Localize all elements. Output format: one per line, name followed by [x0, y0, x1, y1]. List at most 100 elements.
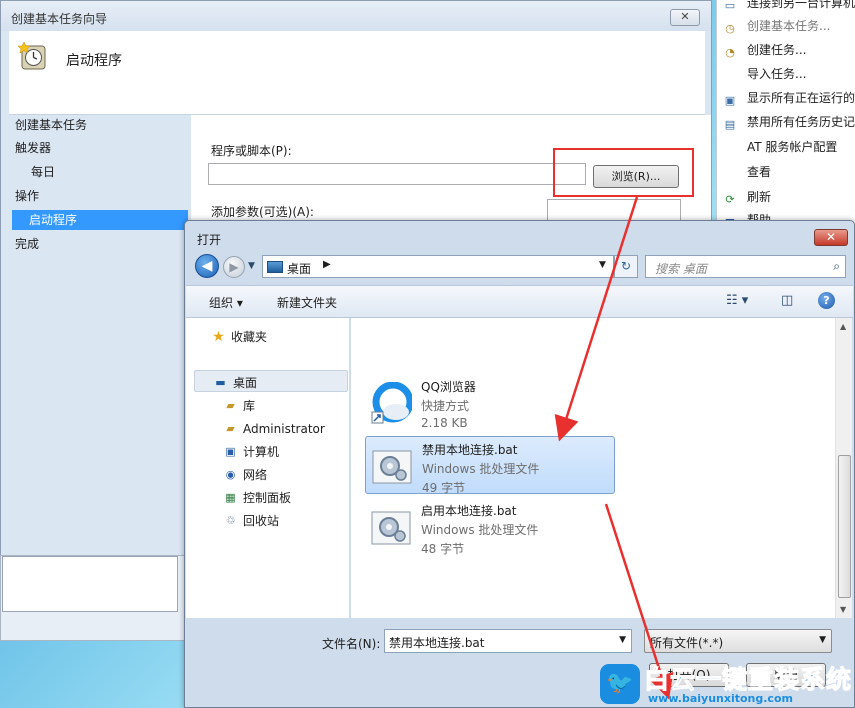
search-placeholder: 搜索 桌面: [655, 262, 707, 276]
dialog-toolbar: 组织 ▾ 新建文件夹 ☷ ▾ ◫ ?: [186, 285, 853, 318]
user-folder-icon: ▰: [226, 422, 235, 435]
program-input[interactable]: [208, 163, 586, 185]
chevron-right-icon[interactable]: ▶: [323, 259, 331, 270]
file-name: QQ浏览器: [421, 380, 476, 394]
back-arrow-icon[interactable]: ◀: [195, 254, 219, 278]
computer-icon: ▭: [724, 0, 736, 12]
action-at-service[interactable]: AT 服务帐户配置: [723, 138, 837, 158]
open-file-dialog: 打开 ✕ ◀ ▶ ▼ 桌面 ▶ ▼ ↻ 搜索 桌面 ⌕ 组织 ▾ 新建文件夹 ☷…: [184, 220, 855, 708]
file-type: 快捷方式: [421, 399, 470, 413]
file-size: 49 字节: [422, 481, 466, 495]
refresh-icon[interactable]: ↻: [614, 255, 638, 278]
sidebar-item-control-panel[interactable]: ▦ 控制面板: [225, 488, 292, 508]
import-icon: [723, 66, 737, 80]
background-list-fragment: [2, 556, 178, 612]
filetype-select[interactable]: 所有文件(*.*) ▼: [644, 629, 832, 653]
sidebar-item-favorites[interactable]: ★ 收藏夹: [212, 327, 268, 347]
sidebar-item-recycle-bin[interactable]: ♲ 回收站: [226, 511, 279, 531]
history-dropdown-icon[interactable]: ▼: [248, 261, 255, 271]
sidebar-item-network[interactable]: ◉ 网络: [226, 465, 267, 485]
file-type: Windows 批处理文件: [421, 523, 539, 537]
forward-arrow-icon[interactable]: ▶: [223, 256, 245, 278]
view-icon: [723, 164, 737, 178]
network-icon: ◉: [225, 468, 236, 481]
file-name: 禁用本地连接.bat: [422, 443, 518, 457]
background-window-fragment: [0, 555, 185, 641]
file-item-qq-browser[interactable]: QQ浏览器 快捷方式 2.18 KB: [365, 374, 615, 432]
nav-trigger[interactable]: 触发器: [15, 138, 51, 158]
star-icon: ★: [212, 329, 225, 345]
wizard-close-button[interactable]: ✕: [670, 9, 700, 26]
sidebar-item-desktop[interactable]: ▬ 桌面: [215, 373, 257, 393]
nav-start-program[interactable]: 启动程序: [12, 210, 188, 230]
navigation-row: ◀ ▶ ▼ 桌面 ▶ ▼ ↻ 搜索 桌面 ⌕: [185, 252, 854, 282]
file-item-enable-connection[interactable]: 启用本地连接.bat Windows 批处理文件 48 字节: [365, 498, 615, 556]
preview-pane-icon[interactable]: ◫: [781, 293, 793, 308]
address-bar[interactable]: 桌面 ▶ ▼: [262, 255, 614, 278]
file-name: 启用本地连接.bat: [421, 504, 517, 518]
chevron-down-icon[interactable]: ▼: [599, 260, 606, 270]
nav-action[interactable]: 操作: [15, 186, 39, 206]
sidebar-label: Administrator: [243, 422, 325, 436]
library-icon: ▰: [226, 399, 235, 412]
action-create-basic-task[interactable]: ◷ 创建基本任务...: [723, 17, 830, 37]
nav-finish[interactable]: 完成: [15, 234, 39, 254]
action-refresh[interactable]: ⟳ 刷新: [723, 188, 771, 208]
action-import-task[interactable]: 导入任务...: [723, 65, 806, 85]
action-view[interactable]: 查看: [723, 163, 771, 183]
action-disable-history[interactable]: ▤ 禁用所有任务历史记: [723, 113, 855, 133]
scroll-thumb[interactable]: [838, 455, 851, 598]
desktop-icon: ▬: [215, 376, 226, 389]
wizard-header: 启动程序: [9, 31, 705, 115]
navigation-pane: ★ 收藏夹 ▬ 桌面 ▰ 库 ▰ Administrator ▣ 计算机 ◉ 网络 ▦ 控制面…: [186, 318, 350, 618]
action-label: AT 服务帐户配置: [747, 140, 838, 154]
args-input[interactable]: [547, 199, 681, 221]
file-list: QQ浏览器 快捷方式 2.18 KB 禁用本地连接.bat Windows 批处…: [351, 318, 835, 618]
dialog-close-button[interactable]: ✕: [814, 229, 848, 246]
chevron-down-icon[interactable]: ▼: [819, 635, 826, 645]
action-label: 禁用所有任务历史记: [747, 115, 855, 129]
file-item-disable-connection[interactable]: 禁用本地连接.bat Windows 批处理文件 49 字节: [365, 436, 615, 495]
action-connect-computer[interactable]: ▭ 连接到另一台计算机: [723, 0, 855, 14]
search-input[interactable]: 搜索 桌面 ⌕: [645, 255, 846, 278]
new-folder-button[interactable]: 新建文件夹: [277, 294, 337, 311]
sidebar-label: 计算机: [243, 445, 280, 459]
bird-logo-icon: 🐦: [600, 664, 640, 704]
sidebar-label: 控制面板: [243, 491, 292, 505]
wizard-header-title: 启动程序: [66, 53, 122, 69]
running-icon: ▣: [724, 94, 736, 107]
view-options-icon[interactable]: ☷ ▾: [726, 293, 748, 308]
vertical-scrollbar[interactable]: ▲ ▼: [835, 318, 852, 618]
action-create-task[interactable]: ◔ 创建任务...: [723, 41, 806, 61]
program-label: 程序或脚本(P):: [211, 144, 292, 158]
filetype-value: 所有文件(*.*): [650, 636, 724, 650]
sidebar-item-computer[interactable]: ▣ 计算机: [225, 442, 280, 462]
sidebar-label: 库: [243, 399, 256, 413]
nav-daily[interactable]: 每日: [31, 162, 55, 182]
sidebar-label: 收藏夹: [231, 330, 268, 344]
watermark: 🐦 白云一键重装系统 www.baiyunxitong.com: [598, 660, 855, 708]
history-icon: ▤: [724, 118, 736, 131]
scroll-up-icon[interactable]: ▲: [840, 322, 846, 331]
watermark-url: www.baiyunxitong.com: [648, 692, 793, 705]
help-icon[interactable]: ?: [818, 292, 835, 309]
file-size: 48 字节: [421, 542, 465, 556]
nav-create-basic-task[interactable]: 创建基本任务: [15, 115, 87, 135]
sidebar-item-administrator[interactable]: ▰ Administrator: [226, 419, 325, 439]
filename-input[interactable]: 禁用本地连接.bat ▼: [384, 629, 632, 653]
chevron-down-icon[interactable]: ▼: [619, 635, 626, 645]
scroll-down-icon[interactable]: ▼: [840, 605, 846, 614]
wizard-nav: 创建基本任务 触发器 每日 操作 启动程序 完成: [1, 115, 191, 555]
search-icon[interactable]: ⌕: [833, 259, 840, 274]
blank-icon: [723, 139, 737, 153]
desktop-icon: [267, 261, 283, 273]
action-show-running[interactable]: ▣ 显示所有正在运行的: [723, 89, 855, 109]
args-label: 添加参数(可选)(A):: [211, 205, 314, 219]
action-label: 查看: [747, 165, 772, 179]
wizard-title: 创建基本任务向导: [11, 12, 108, 26]
file-type: Windows 批处理文件: [422, 462, 540, 476]
action-label: 显示所有正在运行的: [747, 91, 855, 105]
browse-highlight-box: [553, 148, 694, 197]
sidebar-item-library[interactable]: ▰ 库: [226, 396, 256, 416]
organize-button[interactable]: 组织 ▾: [209, 294, 243, 311]
